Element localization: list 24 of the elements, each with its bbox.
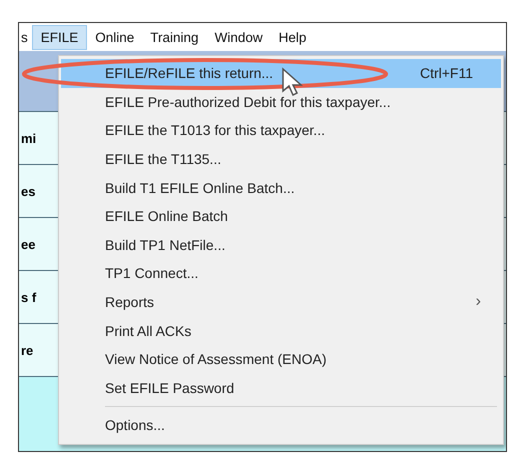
- cut-off-text: mi: [20, 130, 36, 146]
- menu-item[interactable]: EFILE the T1013 for this taxpayer...: [61, 116, 501, 145]
- menu-bar-item[interactable]: Online: [87, 26, 142, 48]
- cursor-icon: [281, 67, 305, 97]
- menu-item[interactable]: EFILE Pre-authorized Debit for this taxpayer...: [61, 88, 501, 116]
- menu-bar-item[interactable]: EFILE: [32, 24, 88, 50]
- menu-item[interactable]: TP1 Connect...: [61, 259, 501, 288]
- menu-item[interactable]: Print All ACKs: [61, 316, 501, 345]
- menu-item[interactable]: EFILE Online Batch: [61, 202, 501, 231]
- cut-off-text: ee: [20, 236, 36, 252]
- menu-item[interactable]: View Notice of Assessment (ENOA): [61, 344, 501, 374]
- menu-item[interactable]: Set EFILE Password: [61, 374, 501, 402]
- menu-item[interactable]: Reports ›: [61, 288, 501, 316]
- menu-bar-item[interactable]: Help: [270, 26, 314, 48]
- menu-bar-item[interactable]: s: [19, 26, 32, 48]
- cut-off-text: es: [20, 184, 36, 198]
- menu-item[interactable]: Build T1 EFILE Online Batch...: [61, 173, 501, 202]
- menu-bar-item[interactable]: Window: [206, 26, 271, 48]
- cut-off-text: re: [20, 342, 34, 358]
- cut-off-text: s f: [20, 290, 36, 304]
- menu-item[interactable]: Options...: [61, 411, 501, 440]
- menu-item[interactable]: Build TP1 NetFile...: [61, 230, 501, 260]
- menu-bar-item[interactable]: Training: [142, 26, 207, 48]
- menu-item[interactable]: EFILE the T1135...: [61, 144, 501, 174]
